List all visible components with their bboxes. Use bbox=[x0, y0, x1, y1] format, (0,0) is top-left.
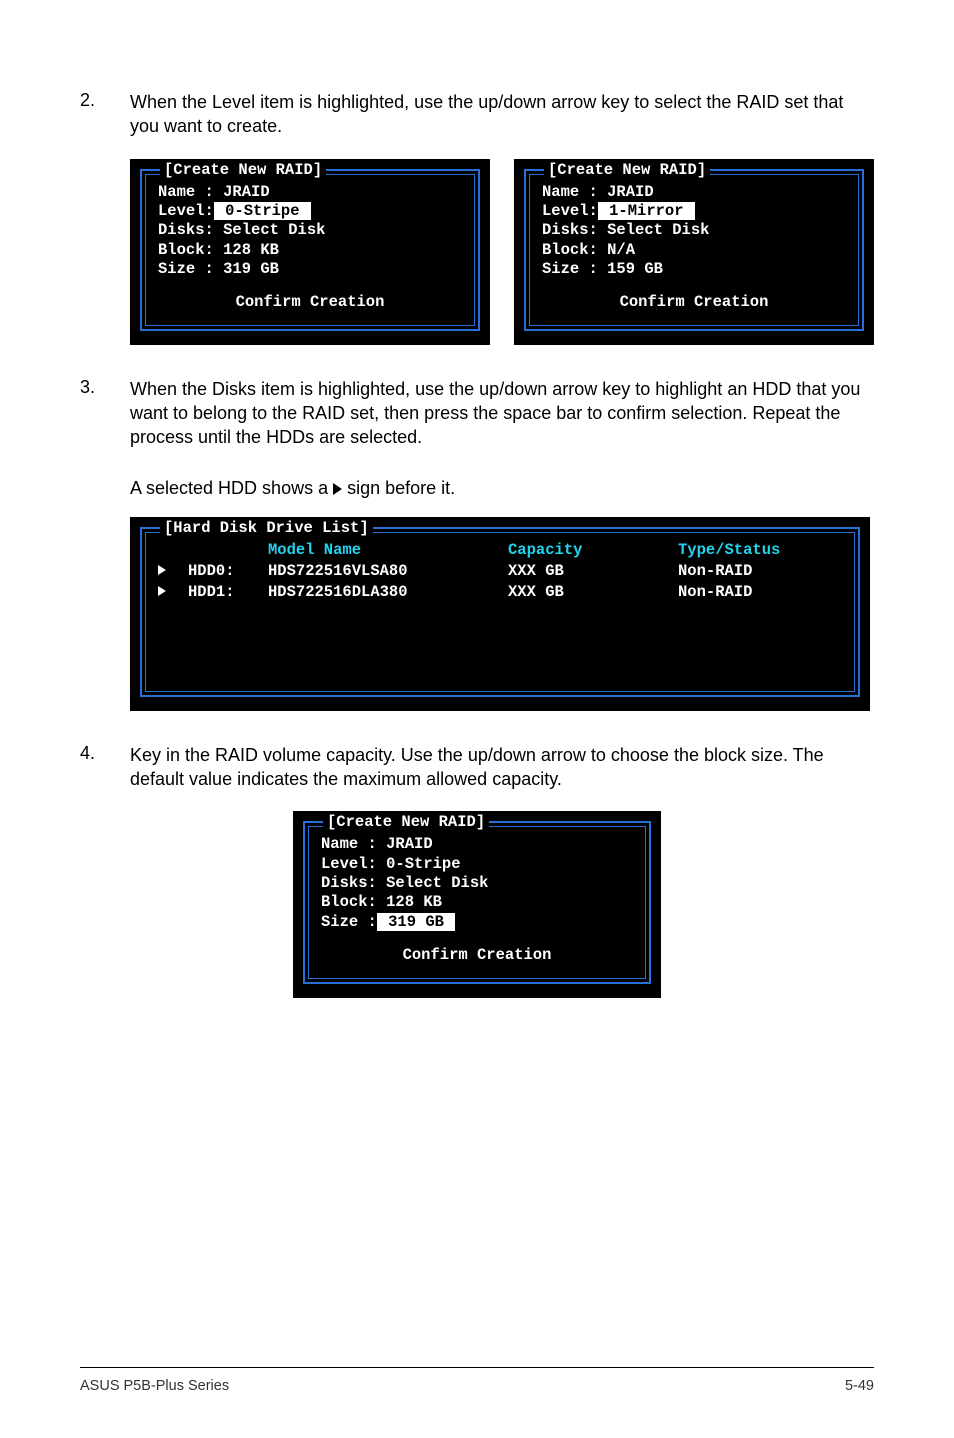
step-number: 3. bbox=[80, 377, 130, 458]
size-label: Size : bbox=[321, 913, 377, 931]
block-label: Block: bbox=[158, 241, 214, 259]
disk-capacity: XXX GB bbox=[508, 583, 678, 602]
disks-value: Select Disk bbox=[386, 874, 488, 892]
step-number: 4. bbox=[80, 743, 130, 792]
disk-model: HDS722516DLA380 bbox=[268, 583, 508, 602]
disk-type: Non-RAID bbox=[678, 583, 842, 602]
name-value: JRAID bbox=[607, 183, 654, 201]
selected-icon bbox=[158, 565, 166, 575]
size-label: Size : bbox=[158, 260, 214, 278]
disk-list-header: Model Name Capacity Type/Status bbox=[158, 541, 842, 560]
disk-model: HDS722516VLSA80 bbox=[268, 562, 508, 581]
size-value: 159 GB bbox=[607, 260, 663, 278]
step-number: 2. bbox=[80, 90, 130, 139]
size-value[interactable]: 319 GB bbox=[377, 913, 455, 931]
step-text: When the Level item is highlighted, use … bbox=[130, 90, 874, 139]
col-capacity-header: Capacity bbox=[508, 541, 678, 560]
disks-label: Disks: bbox=[542, 221, 598, 239]
panel-title: [Hard Disk Drive List] bbox=[160, 519, 373, 538]
step-3-subtext: A selected HDD shows a sign before it. bbox=[130, 478, 874, 499]
footer-right: 5-49 bbox=[845, 1378, 874, 1394]
step-text: When the Disks item is highlighted, use … bbox=[130, 377, 874, 450]
name-value: JRAID bbox=[223, 183, 270, 201]
col-model-header: Model Name bbox=[268, 541, 508, 560]
step-3: 3. When the Disks item is highlighted, u… bbox=[80, 377, 874, 458]
disks-label: Disks: bbox=[158, 221, 214, 239]
block-value: 128 KB bbox=[223, 241, 279, 259]
disk-id: HDD1: bbox=[188, 583, 268, 602]
block-value: N/A bbox=[607, 241, 635, 259]
step-4: 4. Key in the RAID volume capacity. Use … bbox=[80, 743, 874, 792]
disk-capacity: XXX GB bbox=[508, 562, 678, 581]
step-text: Key in the RAID volume capacity. Use the… bbox=[130, 743, 874, 792]
level-value[interactable]: 1-Mirror bbox=[598, 202, 695, 220]
level-value: 0-Stripe bbox=[386, 855, 460, 873]
disks-value: Select Disk bbox=[223, 221, 325, 239]
triangle-icon bbox=[333, 483, 342, 495]
panel-title: [Create New RAID] bbox=[544, 161, 710, 180]
block-label: Block: bbox=[542, 241, 598, 259]
disk-list-panel: [Hard Disk Drive List] Model Name Capaci… bbox=[130, 517, 870, 711]
name-label: Name : bbox=[321, 835, 377, 853]
confirm-creation[interactable]: Confirm Creation bbox=[542, 293, 846, 312]
name-label: Name : bbox=[158, 183, 214, 201]
name-value: JRAID bbox=[386, 835, 433, 853]
panel-title: [Create New RAID] bbox=[160, 161, 326, 180]
level-label: Level: bbox=[158, 202, 214, 220]
block-value: 128 KB bbox=[386, 893, 442, 911]
size-label: Size : bbox=[542, 260, 598, 278]
level-label: Level: bbox=[542, 202, 598, 220]
selected-icon bbox=[158, 586, 166, 596]
panel-title: [Create New RAID] bbox=[323, 813, 489, 832]
col-type-header: Type/Status bbox=[678, 541, 842, 560]
page-footer: ASUS P5B-Plus Series 5-49 bbox=[80, 1367, 874, 1394]
create-raid-panel-mirror: [Create New RAID] Name : JRAID Level: 1-… bbox=[514, 159, 874, 345]
create-raid-panel-stripe: [Create New RAID] Name : JRAID Level: 0-… bbox=[130, 159, 490, 345]
block-label: Block: bbox=[321, 893, 377, 911]
footer-left: ASUS P5B-Plus Series bbox=[80, 1378, 229, 1394]
confirm-creation[interactable]: Confirm Creation bbox=[158, 293, 462, 312]
create-raid-panel-size: [Create New RAID] Name : JRAID Level: 0-… bbox=[293, 811, 661, 997]
step-2: 2. When the Level item is highlighted, u… bbox=[80, 90, 874, 139]
disks-value: Select Disk bbox=[607, 221, 709, 239]
level-value[interactable]: 0-Stripe bbox=[214, 202, 311, 220]
disk-type: Non-RAID bbox=[678, 562, 842, 581]
disk-row[interactable]: HDD1: HDS722516DLA380 XXX GB Non-RAID bbox=[158, 583, 842, 602]
disk-row[interactable]: HDD0: HDS722516VLSA80 XXX GB Non-RAID bbox=[158, 562, 842, 581]
raid-panels-row: [Create New RAID] Name : JRAID Level: 0-… bbox=[130, 159, 874, 345]
level-label: Level: bbox=[321, 855, 377, 873]
confirm-creation[interactable]: Confirm Creation bbox=[321, 946, 633, 965]
disk-id: HDD0: bbox=[188, 562, 268, 581]
size-value: 319 GB bbox=[223, 260, 279, 278]
name-label: Name : bbox=[542, 183, 598, 201]
disks-label: Disks: bbox=[321, 874, 377, 892]
